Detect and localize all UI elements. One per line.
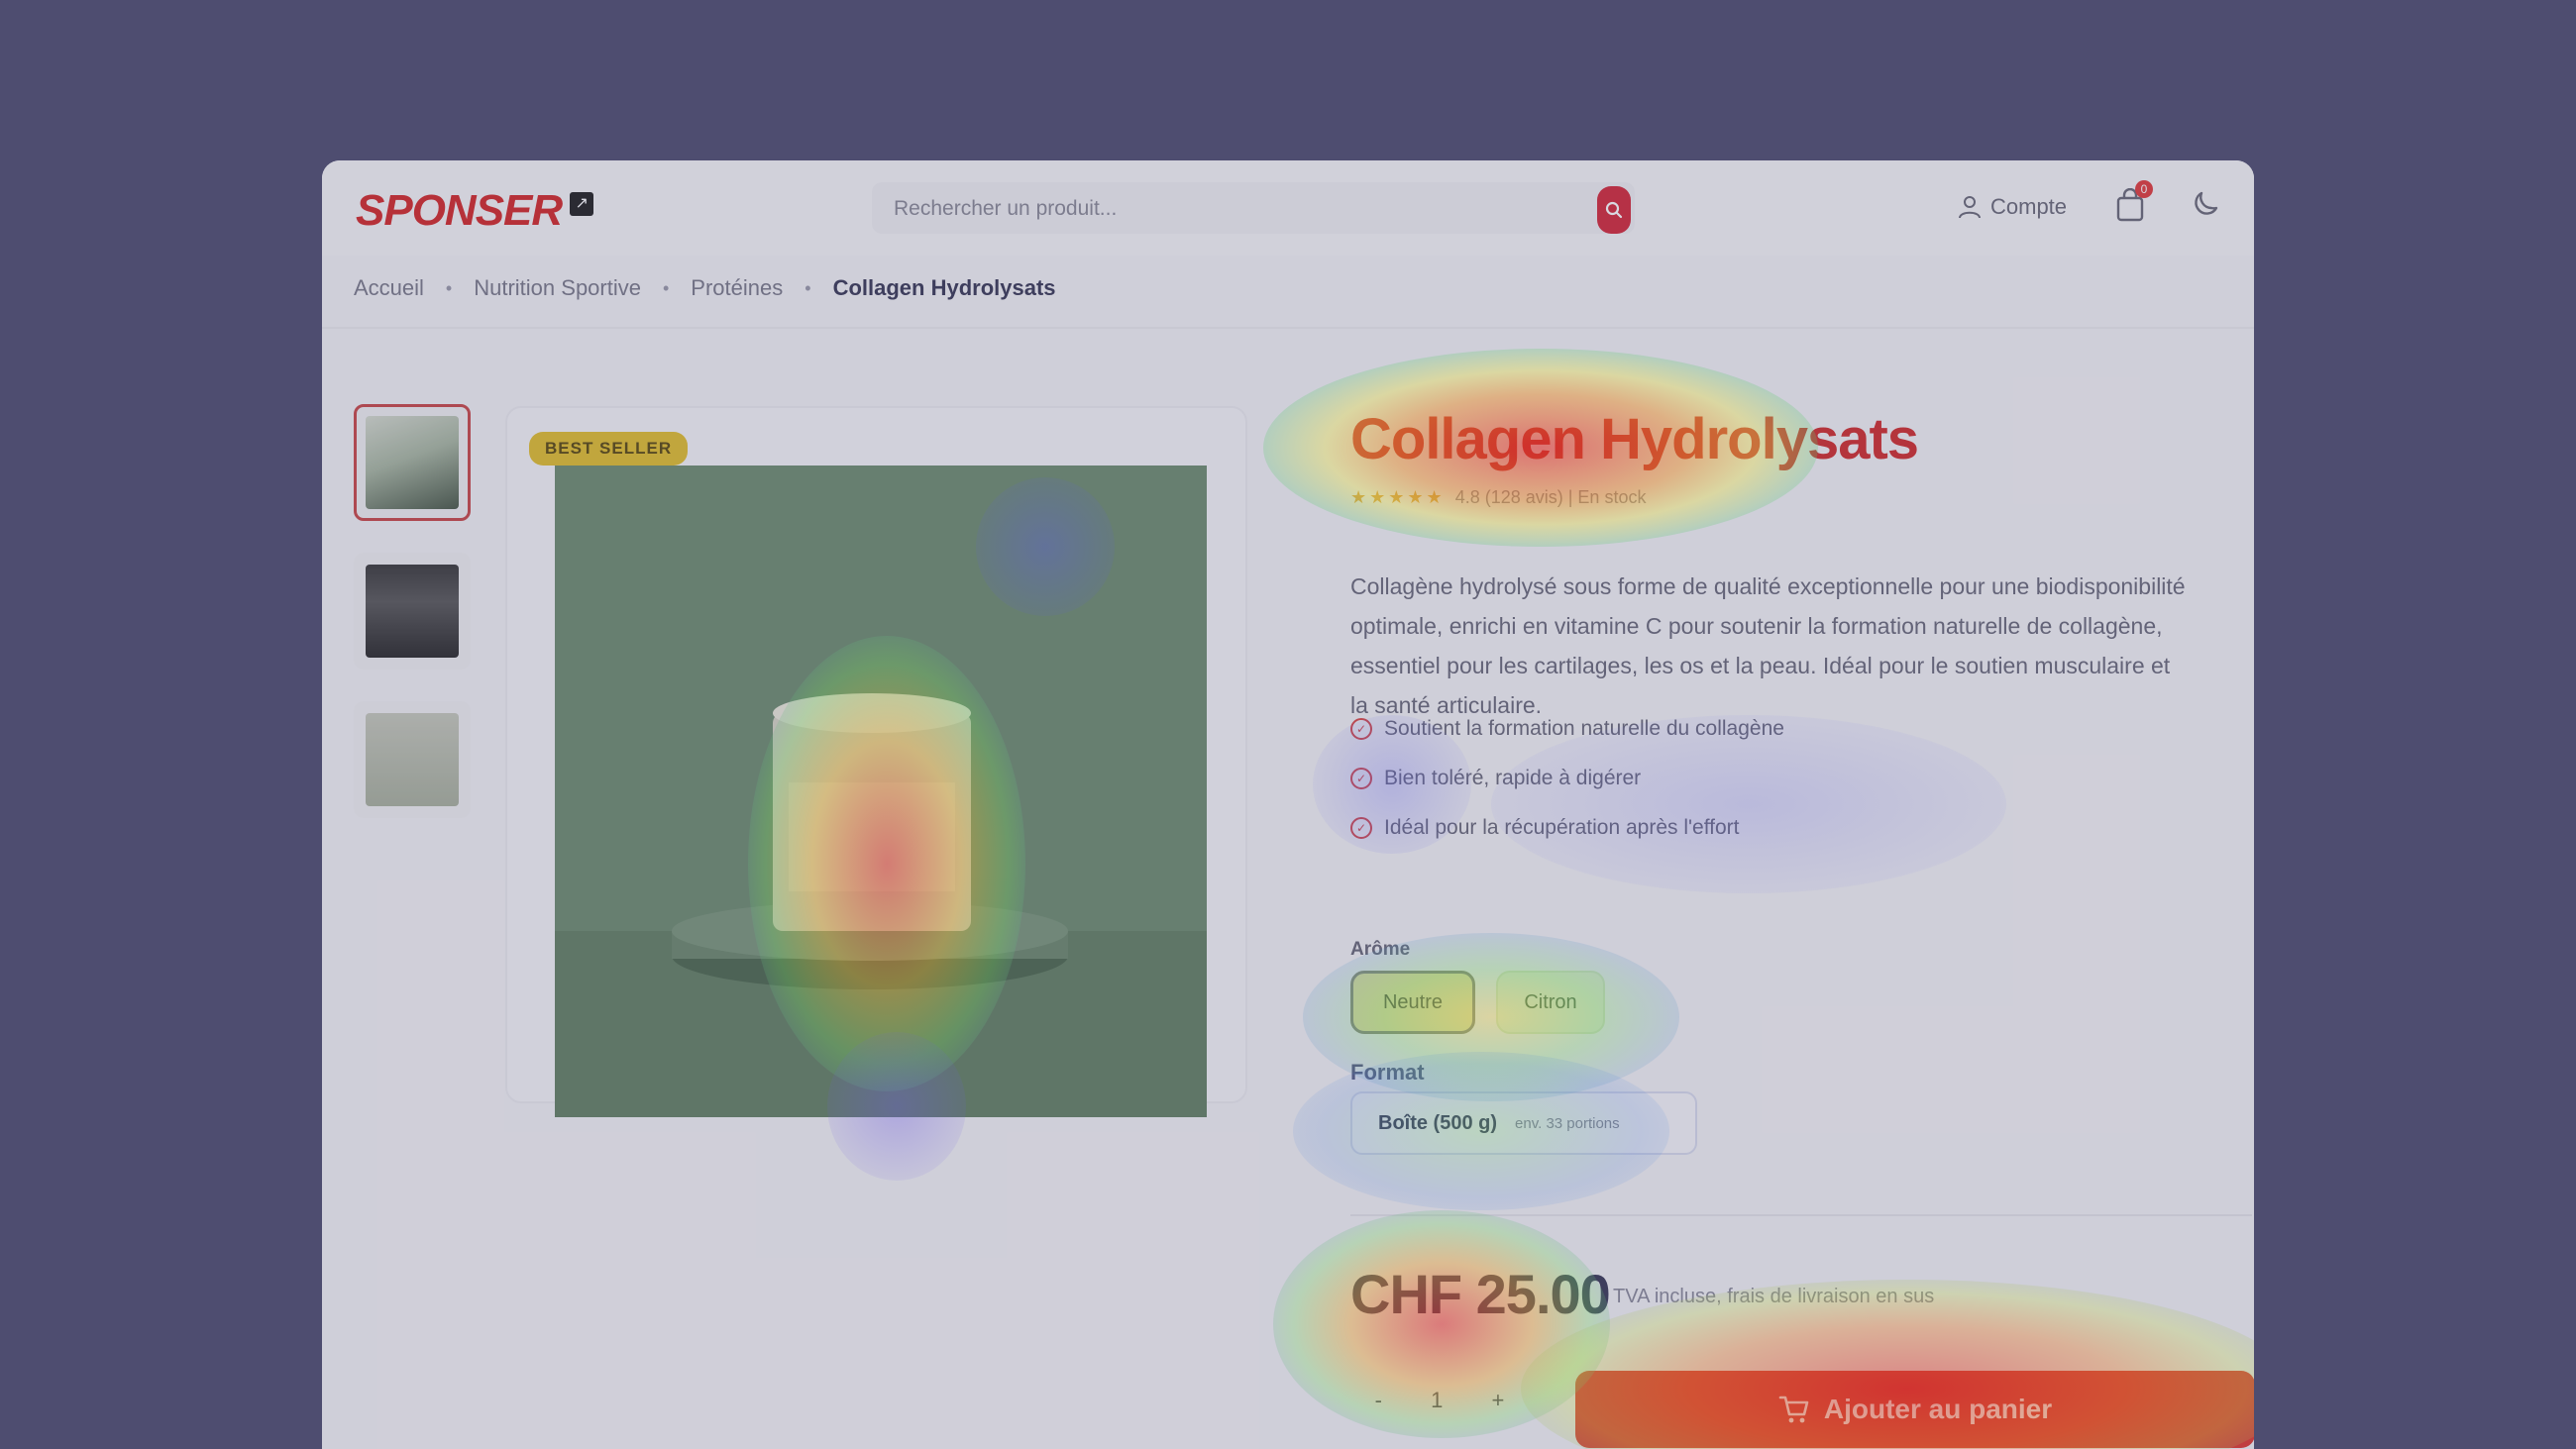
rating-stars: ★★★★★ [1350, 487, 1446, 507]
benefit-item: ✓ Bien toléré, rapide à digérer [1350, 767, 1641, 790]
quantity-increase-button[interactable]: + [1492, 1388, 1505, 1413]
thumbnail-3[interactable] [354, 701, 471, 818]
rating-row[interactable]: ★★★★★ 4.8 (128 avis) | En stock [1350, 487, 1646, 508]
size-option-label: Boîte (500 g) [1378, 1111, 1498, 1134]
size-option[interactable]: Boîte (500 g) env. 33 portions [1350, 1091, 1697, 1155]
benefit-text: Bien toléré, rapide à digérer [1384, 767, 1642, 789]
product-description: Collagène hydrolysé sous forme de qualit… [1350, 573, 2186, 718]
size-option-detail: env. 33 portions [1515, 1114, 1620, 1132]
thumbnail-2[interactable] [354, 553, 471, 670]
add-to-cart-button[interactable]: Ajouter au panier [1575, 1371, 2254, 1448]
breadcrumb-home[interactable]: Accueil [354, 275, 424, 301]
product-price: CHF 25.00 [1350, 1263, 1611, 1325]
check-circle-icon: ✓ [1350, 768, 1372, 789]
breadcrumb-separator: • [662, 277, 670, 298]
flavor-label: Arôme [1350, 939, 1411, 960]
review-count: 4.8 (128 avis) | En stock [1454, 487, 1647, 507]
flavor-option-lemon[interactable]: Citron [1496, 971, 1605, 1034]
check-circle-icon: ✓ [1350, 817, 1372, 839]
price-divider [1350, 1214, 2252, 1216]
product-info: Collagen Hydrolysats ★★★★★ 4.8 (128 avis… [1328, 160, 2254, 1449]
breadcrumb-current: Collagen Hydrolysats [832, 275, 1056, 300]
quantity-decrease-button[interactable]: - [1375, 1388, 1382, 1413]
benefit-item: ✓ Idéal pour la récupération après l'eff… [1350, 816, 1740, 840]
flavor-option-neutral[interactable]: Neutre [1350, 971, 1475, 1034]
breadcrumb-separator: • [445, 277, 453, 298]
breadcrumb-subcategory[interactable]: Protéines [691, 275, 783, 301]
add-to-cart-label: Ajouter au panier [1823, 1394, 2053, 1424]
thumbnail-image [366, 713, 459, 806]
thumbnail-image [366, 565, 459, 658]
thumbnail-image [366, 416, 459, 509]
quantity-stepper: - 1 + [1350, 1369, 1529, 1432]
check-circle-icon: ✓ [1350, 718, 1372, 740]
breadcrumb-separator: • [805, 277, 811, 298]
price-note: TVA incluse, frais de livraison en sus [1613, 1286, 1935, 1307]
size-label: Format [1350, 1060, 1425, 1085]
product-page-window: SPONSER ↗ Compte 0 [322, 160, 2254, 1449]
logo-badge: ↗ [570, 192, 594, 216]
quantity-value[interactable]: 1 [1431, 1388, 1443, 1413]
cart-icon [1778, 1396, 1809, 1423]
benefit-text: Idéal pour la récupération après l'effor… [1384, 816, 1740, 839]
product-main-image[interactable] [555, 466, 1207, 1117]
logo[interactable]: SPONSER ↗ [356, 186, 594, 236]
breadcrumb-category[interactable]: Nutrition Sportive [474, 275, 641, 301]
product-photo-illustration [555, 466, 1207, 1117]
breadcrumb: Accueil • Nutrition Sportive • Protéines… [354, 275, 1056, 301]
logo-text: SPONSER [356, 186, 563, 235]
best-seller-badge: BEST SELLER [529, 432, 689, 466]
product-title: Collagen Hydrolysats [1350, 407, 1919, 471]
benefit-item: ✓ Soutient la formation naturelle du col… [1350, 717, 1784, 741]
benefit-text: Soutient la formation naturelle du colla… [1384, 717, 1784, 740]
thumbnail-1[interactable] [354, 404, 471, 521]
main-image-card: BEST SELLER [505, 406, 1247, 1117]
